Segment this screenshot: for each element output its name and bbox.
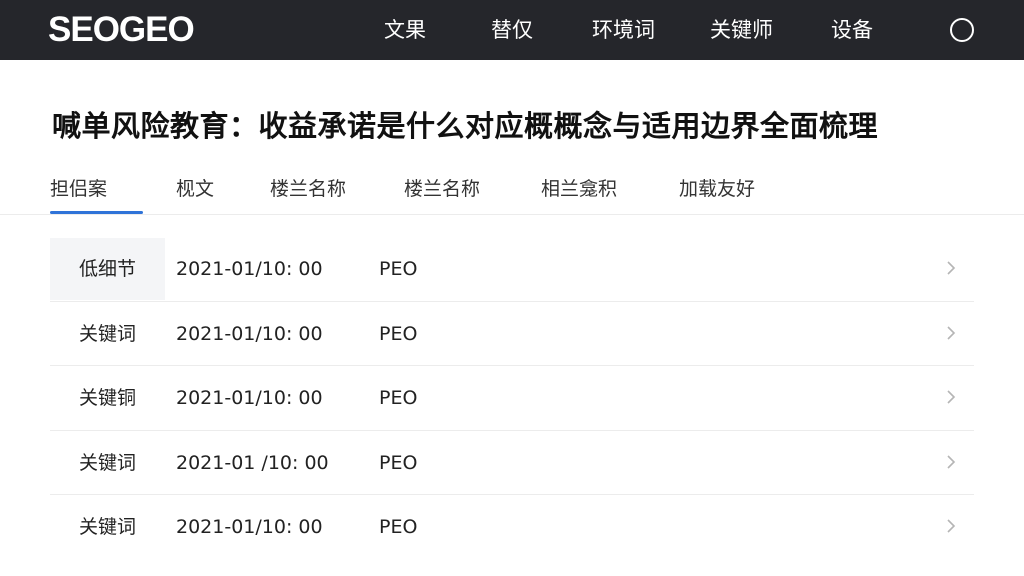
main-nav: 文果 替仅 环境词 关键师 设备 (0, 0, 1024, 60)
row-date: 2021-01/10: 00 (176, 322, 323, 345)
chevron-right-icon (947, 325, 956, 340)
tab-3[interactable]: 楼兰名称 (270, 174, 346, 204)
row-label: 关键词 (78, 516, 136, 538)
row-code: PEO (379, 516, 418, 538)
record-list: 低细节 2021-01/10: 00 PEO 关键词 2021-01/10: 0… (50, 237, 974, 560)
row-label: 关键词 (78, 451, 136, 474)
tab-1[interactable]: 担侣案 (50, 174, 107, 204)
row-code: PEO (379, 258, 418, 280)
tab-6[interactable]: 加载友好 (679, 174, 755, 204)
user-circle-icon[interactable] (950, 18, 974, 42)
active-tab-indicator (50, 211, 143, 214)
nav-item-3[interactable]: 环境词 (592, 16, 655, 44)
tab-4[interactable]: 楼兰名称 (404, 174, 480, 204)
chevron-right-icon (947, 454, 956, 469)
list-item[interactable]: 关键词 2021-01/10: 00 PEO (50, 302, 974, 366)
row-date: 2021-01/10: 00 (176, 258, 323, 280)
list-item[interactable]: 关键词 2021-01 /10: 00 PEO (50, 431, 974, 495)
nav-item-2[interactable]: 替仅 (491, 16, 533, 44)
row-code: PEO (379, 322, 418, 345)
row-date: 2021-01/10: 00 (176, 387, 323, 409)
chevron-right-icon (947, 519, 956, 533)
list-item[interactable]: 关键铜 2021-01/10: 00 PEO (50, 366, 974, 431)
chevron-right-icon (947, 261, 956, 275)
row-label: 关键铜 (78, 387, 136, 409)
list-item[interactable]: 低细节 2021-01/10: 00 PEO (50, 237, 974, 302)
row-code: PEO (379, 451, 418, 474)
row-date: 2021-01/10: 00 (176, 516, 323, 538)
tab-bar: 担侣案 枧文 楼兰名称 楼兰名称 相兰龛积 加载友好 (0, 160, 1024, 215)
list-item[interactable]: 关键词 2021-01/10: 00 PEO (50, 495, 974, 560)
nav-item-1[interactable]: 文果 (384, 16, 426, 44)
tab-5[interactable]: 相兰龛积 (541, 174, 617, 204)
nav-item-5[interactable]: 设备 (831, 16, 873, 44)
row-label: 关键词 (78, 322, 136, 345)
chevron-right-icon (947, 390, 956, 404)
page-title: 喊单风险教育：收益承诺是什么对应概概念与适用边界全面梳理 (52, 109, 879, 143)
top-navigation-bar: SEOGEO 文果 替仅 环境词 关键师 设备 (0, 0, 1024, 60)
row-date: 2021-01 /10: 00 (176, 451, 329, 474)
tab-2[interactable]: 枧文 (176, 174, 214, 204)
row-label: 低细节 (50, 238, 165, 300)
nav-item-4[interactable]: 关键师 (710, 16, 773, 44)
row-code: PEO (379, 387, 418, 409)
